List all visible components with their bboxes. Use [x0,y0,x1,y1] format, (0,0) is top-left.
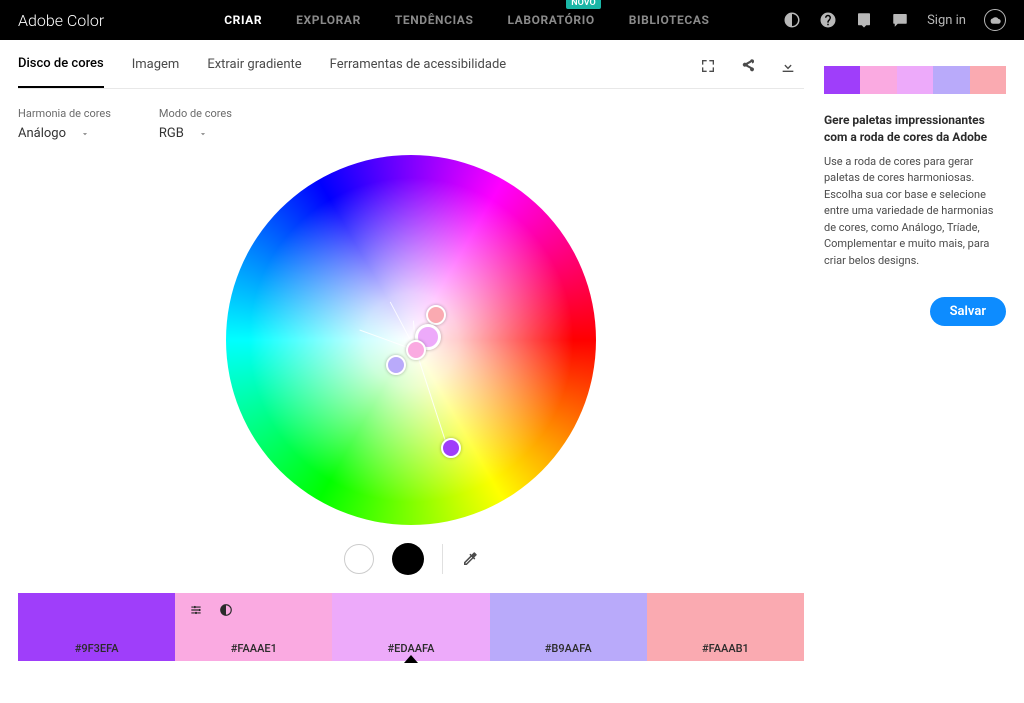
eyedropper-icon[interactable] [461,550,479,568]
notification-icon[interactable] [855,11,873,29]
share-icon[interactable] [740,58,756,74]
color-wheel[interactable] [226,155,596,525]
harmony-label: Harmonia de cores [18,107,111,120]
contrast-icon[interactable] [219,603,233,617]
fullscreen-icon[interactable] [700,58,716,74]
top-right-icons: Sign in [783,9,1006,31]
nav-laboratorio[interactable]: Novo LABORATÓRIO [507,13,594,27]
nav-bibliotecas[interactable]: BIBLIOTECAS [629,13,710,27]
wheel-handle[interactable] [441,438,461,458]
mode-dropdown[interactable]: RGB [159,126,232,141]
mini-swatch [824,66,860,94]
mini-swatch [860,66,896,94]
nav-criar[interactable]: CRIAR [224,13,262,27]
tab-imagem[interactable]: Imagem [132,57,180,87]
palette-swatches: #9F3EFA #FAAAE1 #EDAAFA #B9AAFA #FAAAB1 [18,593,804,661]
chevron-down-icon [198,129,208,139]
mini-swatch [970,66,1006,94]
mode-control: Modo de cores RGB [159,107,232,141]
nav-explorar[interactable]: EXPLORAR [296,13,361,27]
sliders-icon[interactable] [189,603,203,617]
divider [442,544,443,574]
wheel-toolbar [18,543,804,575]
active-swatch-indicator [404,655,418,663]
tab-gradiente[interactable]: Extrair gradiente [207,57,301,87]
mini-palette[interactable] [824,66,1006,94]
tab-acessibilidade[interactable]: Ferramentas de acessibilidade [330,57,507,87]
mode-label: Modo de cores [159,107,232,120]
wheel-handle[interactable] [386,355,406,375]
top-bar: Adobe Color CRIAR EXPLORAR TENDÊNCIAS No… [0,0,1024,40]
novo-badge: Novo [566,0,600,9]
wheel-line [416,350,449,450]
tab-disco[interactable]: Disco de cores [18,56,104,88]
chevron-down-icon [80,129,90,139]
nav-tendencias[interactable]: TENDÊNCIAS [395,13,474,27]
mini-swatch [933,66,969,94]
sub-tabs: Disco de cores Imagem Extrair gradiente … [18,56,804,89]
swatch-5[interactable]: #FAAAB1 [647,593,804,661]
wheel-handle[interactable] [406,340,426,360]
swatch-1[interactable]: #9F3EFA [18,593,175,661]
harmony-dropdown[interactable]: Análogo [18,126,111,141]
sign-in-link[interactable]: Sign in [927,13,966,28]
download-icon[interactable] [780,58,796,74]
app-brand: Adobe Color [18,11,104,30]
swatch-2[interactable]: #FAAAE1 [175,593,332,661]
moon-icon[interactable] [783,11,801,29]
side-body: Use a roda de cores para gerar paletas d… [824,154,1006,270]
cc-icon[interactable] [984,9,1006,31]
side-heading: Gere paletas impressionantes com a roda … [824,112,1006,146]
help-icon[interactable] [819,11,837,29]
side-panel: Gere paletas impressionantes com a roda … [824,56,1024,661]
bg-black-button[interactable] [392,543,424,575]
wheel-handle[interactable] [426,305,446,325]
chat-icon[interactable] [891,11,909,29]
swatch-3[interactable]: #EDAAFA [332,593,489,661]
bg-white-button[interactable] [344,544,374,574]
save-button[interactable]: Salvar [930,297,1006,326]
swatch-4[interactable]: #B9AAFA [490,593,647,661]
harmony-control: Harmonia de cores Análogo [18,107,111,141]
mini-swatch [897,66,933,94]
top-nav: CRIAR EXPLORAR TENDÊNCIAS Novo LABORATÓR… [224,13,709,27]
